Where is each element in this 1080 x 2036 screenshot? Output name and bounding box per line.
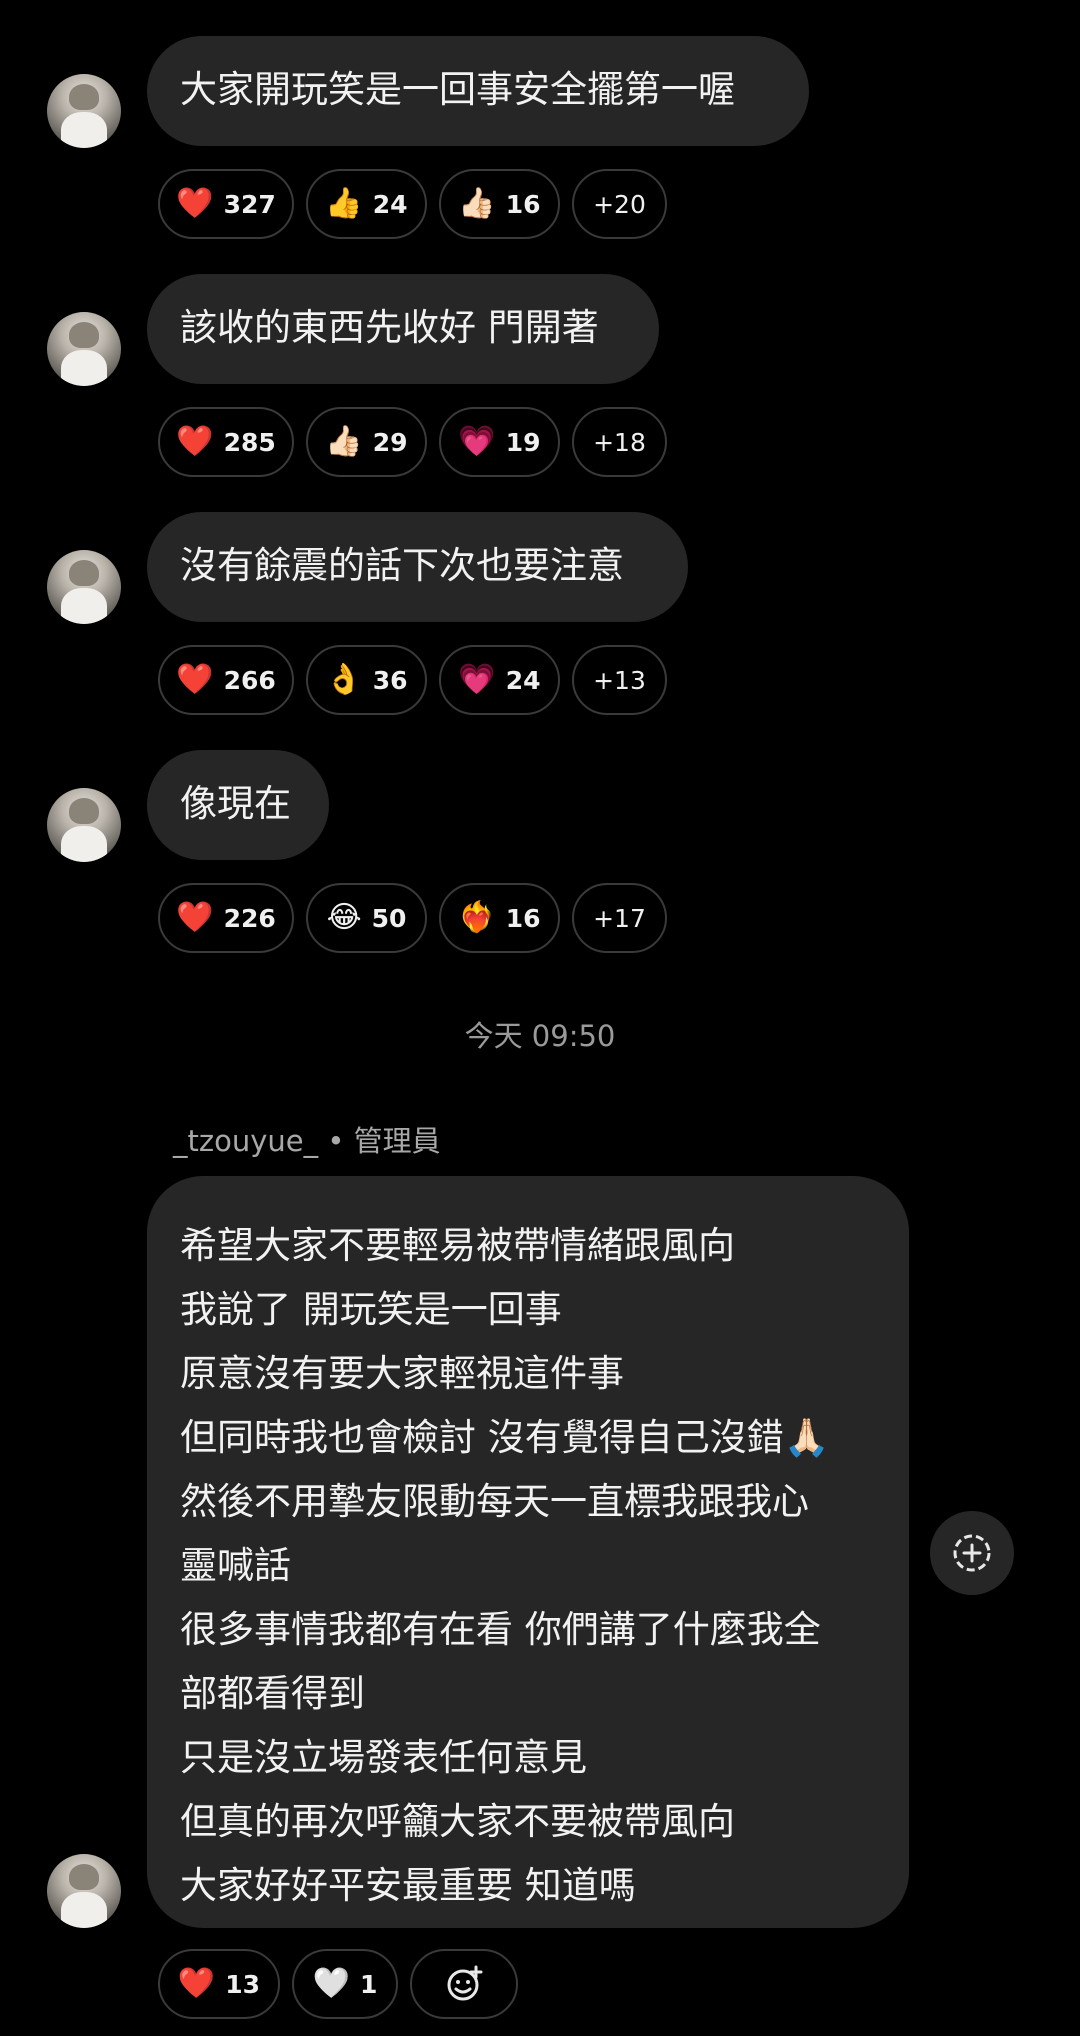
laughing-icon: 😂 [326,900,362,935]
reaction-chip[interactable]: ❤️ 285 [158,407,294,477]
heart-icon: ❤️ [176,662,214,697]
reaction-count: 50 [371,903,407,933]
heart-on-fire-icon: ❤️‍🔥 [458,900,496,935]
sender-label: _tzouyue_ • 管理員 [173,1118,441,1160]
heart-icon: ❤️ [176,186,214,221]
reaction-chip[interactable]: ❤️‍🔥 16 [439,883,560,953]
reaction-chip[interactable]: 👍 24 [306,169,427,239]
reaction-chip[interactable]: 👍🏻 16 [439,169,560,239]
message-bubble[interactable]: 該收的東西先收好 門開著 [147,274,659,384]
heart-icon: ❤️ [177,1966,216,2001]
more-reactions-chip[interactable]: +17 [572,883,667,953]
sender-name[interactable]: _tzouyue_ [173,1124,318,1158]
message-line: 我說了 開玩笑是一回事 [180,1288,562,1331]
reaction-chip[interactable]: 😂 50 [306,883,427,953]
pink-heart-icon: 💗 [458,424,496,459]
sender-role: 管理員 [353,1124,441,1158]
reaction-count: 1 [359,1969,378,1999]
reaction-bar: ❤️ 327 👍 24 👍🏻 16 +20 [158,169,667,239]
reaction-chip[interactable]: 💗 24 [439,645,560,715]
avatar[interactable] [47,312,121,386]
add-reaction-button[interactable] [410,1949,518,2019]
message-bubble[interactable]: 像現在 [147,750,329,860]
message-line: 大家好好平安最重要 知道嗎 [180,1864,636,1907]
reaction-chip[interactable]: 🤍 1 [292,1949,398,2019]
add-circle-icon [953,1534,991,1572]
avatar[interactable] [47,1854,121,1928]
reaction-bar: ❤️ 226 😂 50 ❤️‍🔥 16 +17 [158,883,667,953]
thumbs-up-icon: 👍 [325,186,363,221]
message-line: 靈喊話 [180,1544,291,1587]
pink-heart-icon: 💗 [458,662,496,697]
reaction-chip[interactable]: 👍🏻 29 [306,407,427,477]
ok-hand-icon: 👌 [325,662,363,697]
add-circle-button[interactable] [930,1511,1014,1595]
avatar[interactable] [47,788,121,862]
message-bubble[interactable]: 沒有餘震的話下次也要注意 [147,512,688,622]
avatar[interactable] [47,74,121,148]
message-line: 但真的再次呼籲大家不要被帶風向 [180,1800,735,1843]
reaction-count: 327 [223,189,276,219]
message-line: 希望大家不要輕易被帶情緒跟風向 [180,1224,735,1267]
message-line: 然後不用摯友限動每天一直標我跟我心 [180,1480,809,1523]
message-line: 部都看得到 [180,1672,365,1715]
reaction-count: 24 [372,189,408,219]
separator-dot: • [327,1124,345,1158]
date-separator: 今天 09:50 [464,1019,616,1053]
reaction-count: 16 [505,189,541,219]
message-bubble[interactable]: 大家開玩笑是一回事安全擺第一喔 [147,36,809,146]
reaction-bar: ❤️ 285 👍🏻 29 💗 19 +18 [158,407,667,477]
thumbs-up-light-icon: 👍🏻 [458,186,496,221]
add-reaction-icon [447,1965,483,2001]
message-line: 很多事情我都有在看 你們講了什麼我全 [180,1608,821,1651]
more-reactions-chip[interactable]: +13 [572,645,667,715]
message-line: 只是沒立場發表任何意見 [180,1736,587,1779]
reaction-chip[interactable]: ❤️ 327 [158,169,294,239]
message-bubble[interactable]: 希望大家不要輕易被帶情緒跟風向 我說了 開玩笑是一回事 原意沒有要大家輕視這件事… [147,1176,909,1928]
reaction-count: 19 [505,427,541,457]
reaction-chip[interactable]: 💗 19 [439,407,560,477]
message-line: 原意沒有要大家輕視這件事 [180,1352,624,1395]
reaction-count: 13 [225,1969,261,1999]
reaction-bar: ❤️ 266 👌 36 💗 24 +13 [158,645,667,715]
thumbs-up-light-icon: 👍🏻 [325,424,363,459]
reaction-bar: ❤️ 13 🤍 1 [158,1949,518,2019]
heart-icon: ❤️ [176,900,214,935]
message-line: 但同時我也會檢討 沒有覺得自己沒錯🙏🏻 [180,1416,830,1459]
reaction-chip[interactable]: 👌 36 [306,645,427,715]
reaction-count: 266 [223,665,276,695]
reaction-chip[interactable]: ❤️ 226 [158,883,294,953]
reaction-count: 226 [223,903,276,933]
more-reactions-chip[interactable]: +18 [572,407,667,477]
avatar[interactable] [47,550,121,624]
more-reactions-chip[interactable]: +20 [572,169,667,239]
white-heart-icon: 🤍 [312,1966,350,2001]
reaction-count: 29 [372,427,408,457]
reaction-chip[interactable]: ❤️ 13 [158,1949,280,2019]
reaction-count: 36 [372,665,408,695]
reaction-count: 24 [505,665,541,695]
heart-icon: ❤️ [176,424,214,459]
reaction-count: 16 [505,903,541,933]
reaction-chip[interactable]: ❤️ 266 [158,645,294,715]
reaction-count: 285 [223,427,276,457]
